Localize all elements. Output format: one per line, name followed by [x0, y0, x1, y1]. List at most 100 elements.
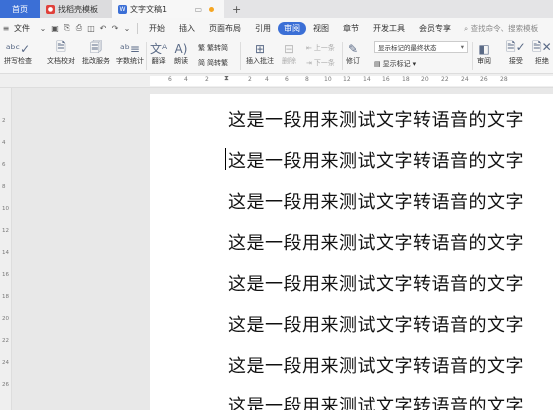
- ruler-number: 6: [2, 162, 6, 168]
- text-line[interactable]: 这是一段用来测试文字转语音的文字: [228, 188, 524, 214]
- export-icon[interactable]: ⎘: [61, 23, 73, 33]
- translate-button[interactable]: 文ᴬ 翻译: [150, 41, 167, 66]
- ruler-number: 4: [2, 140, 6, 146]
- chevron-down-icon[interactable]: ⌄: [37, 24, 49, 33]
- tab-home[interactable]: 首页: [0, 0, 40, 18]
- save-icon[interactable]: ▣: [49, 24, 61, 33]
- ruler-number: 28: [500, 76, 508, 83]
- menu-member[interactable]: 会员专享: [412, 23, 458, 34]
- menu-start[interactable]: 开始: [142, 23, 172, 34]
- ruler-number: 20: [421, 76, 429, 83]
- word-count-icon: ᵃᵇ≡: [120, 41, 140, 56]
- accept-icon: 🗎✓: [506, 40, 526, 54]
- spellcheck-button[interactable]: ᵃᵇᶜ✓ 拼写检查: [4, 41, 32, 66]
- menu-file[interactable]: 文件: [12, 23, 37, 34]
- ruler-number: 8: [2, 184, 6, 190]
- word-count-button[interactable]: ᵃᵇ≡ 字数统计: [116, 41, 144, 66]
- ruler-number: 16: [2, 272, 9, 278]
- ruler-number: 14: [363, 76, 371, 83]
- ruler-paper-area: [150, 76, 553, 86]
- new-tab-button[interactable]: +: [224, 0, 249, 18]
- text-line[interactable]: 这是一段用来测试文字转语音的文字: [228, 311, 524, 337]
- batch-service-button[interactable]: 🗐 批改服务: [82, 40, 110, 66]
- ruler-number: 22: [441, 76, 449, 83]
- ruler-number: 14: [2, 250, 9, 256]
- spellcheck-icon: ᵃᵇᶜ✓: [5, 41, 31, 56]
- menu-insert[interactable]: 插入: [172, 23, 202, 34]
- translate-icon: 文ᴬ: [150, 42, 168, 56]
- horizontal-ruler[interactable]: ⧗ 6 4 2 2 4 6 8 10 12 14 16 18 20 22 24 26 28: [0, 74, 553, 88]
- chevron-down-icon: ▾: [412, 60, 417, 68]
- indent-marker-icon[interactable]: ⧗: [224, 74, 230, 87]
- comment-delete-icon: ⊟: [283, 41, 295, 56]
- menu-developer[interactable]: 开发工具: [366, 23, 412, 34]
- print-icon[interactable]: ⎙: [73, 23, 85, 33]
- doc-check-button[interactable]: 🗎 文档校对: [47, 40, 75, 66]
- batch-icon: 🗐: [90, 40, 102, 54]
- text-line[interactable]: 这是一段用来测试文字转语音的文字: [228, 392, 524, 410]
- ruler-number: 24: [461, 76, 469, 83]
- text-line[interactable]: 这是一段用来测试文字转语音的文字: [228, 229, 524, 255]
- text-caret: [225, 148, 226, 170]
- display-state-select[interactable]: 显示标记的最终状态 ▾: [374, 41, 468, 53]
- ruler-number: 18: [2, 294, 9, 300]
- trad-icon: 繁: [198, 44, 205, 52]
- menu-view[interactable]: 视图: [306, 23, 336, 34]
- doc-check-icon: 🗎: [56, 40, 66, 54]
- document-canvas[interactable]: 这是一段用来测试文字转语音的文字 这是一段用来测试文字转语音的文字 这是一段用来…: [12, 88, 553, 410]
- track-changes-button[interactable]: ✎ 修订: [346, 41, 360, 66]
- hamburger-icon[interactable]: ≡: [0, 24, 12, 33]
- ruler-number: 4: [184, 76, 188, 83]
- command-search[interactable]: ⌕ 查找命令、搜索模板: [464, 23, 538, 34]
- review-pane-button[interactable]: ◧ 审阅: [477, 41, 491, 66]
- tab-docer-templates[interactable]: ● 找稻壳模板: [40, 0, 112, 18]
- track-changes-icon: ✎: [347, 41, 359, 56]
- text-line[interactable]: 这是一段用来测试文字转语音的文字: [228, 106, 524, 132]
- menu-page-layout[interactable]: 页面布局: [202, 23, 248, 34]
- ribbon: ᵃᵇᶜ✓ 拼写检查 🗎 文档校对 🗐 批改服务 ᵃᵇ≡ 字数统计 文ᴬ 翻译 A…: [0, 38, 553, 74]
- ruler-number: 12: [343, 76, 351, 83]
- trad-to-simp-button[interactable]: 繁 繁转简: [198, 43, 228, 53]
- read-aloud-button[interactable]: A) 朗读: [174, 41, 188, 66]
- docer-logo-icon: ●: [46, 4, 55, 14]
- ruler-number: 6: [168, 76, 172, 83]
- comment-plus-icon: ⊞: [254, 41, 266, 56]
- show-markup-button[interactable]: ▤ 显示标记 ▾: [374, 59, 416, 69]
- menu-section[interactable]: 章节: [336, 23, 366, 34]
- tab-document[interactable]: W 文字文稿1 ▭: [112, 0, 224, 18]
- monitor-icon[interactable]: ▭: [194, 5, 202, 14]
- next-icon: ⇥: [306, 59, 312, 67]
- divider: [342, 42, 343, 70]
- simp-to-trad-button[interactable]: 简 简转繁: [198, 58, 228, 68]
- writer-doc-icon: W: [118, 4, 127, 14]
- review-pane-icon: ◧: [478, 41, 490, 56]
- ruler-number: 2: [2, 118, 6, 124]
- ruler-number: 26: [480, 76, 488, 83]
- redo-icon[interactable]: ↷: [109, 24, 121, 33]
- simp-icon: 简: [198, 59, 205, 67]
- accept-button[interactable]: 🗎✓ 接受: [506, 40, 526, 66]
- read-aloud-icon: A): [174, 41, 188, 56]
- text-line[interactable]: 这是一段用来测试文字转语音的文字: [228, 352, 524, 378]
- reject-button[interactable]: 🗎✕ 拒绝: [532, 40, 552, 66]
- document-page[interactable]: 这是一段用来测试文字转语音的文字 这是一段用来测试文字转语音的文字 这是一段用来…: [150, 94, 553, 410]
- ruler-number: 20: [2, 316, 9, 322]
- ruler-number: 10: [2, 206, 9, 212]
- delete-comment-button[interactable]: ⊟ 删除: [282, 41, 296, 66]
- next-comment-button[interactable]: ⇥ 下一条: [306, 58, 335, 68]
- undo-icon[interactable]: ↶: [97, 24, 109, 33]
- preview-icon[interactable]: ◫: [85, 24, 97, 33]
- menu-reference[interactable]: 引用: [248, 23, 278, 34]
- menu-bar: ≡ 文件 ⌄ ▣ ⎘ ⎙ ◫ ↶ ↷ ⌄ 开始 插入 页面布局 引用 审阅 视图…: [0, 18, 553, 38]
- text-line[interactable]: 这是一段用来测试文字转语音的文字: [228, 147, 524, 173]
- menu-review[interactable]: 审阅: [278, 21, 306, 35]
- prev-icon: ⇤: [306, 44, 312, 52]
- vertical-ruler[interactable]: 2 4 6 8 10 12 14 16 18 20 22 24 26: [0, 88, 12, 410]
- reject-icon: 🗎✕: [532, 40, 552, 54]
- chevron-down-icon[interactable]: ⌄: [121, 24, 133, 33]
- ruler-number: 6: [285, 76, 289, 83]
- prev-comment-button[interactable]: ⇤ 上一条: [306, 43, 335, 53]
- text-line[interactable]: 这是一段用来测试文字转语音的文字: [228, 270, 524, 296]
- insert-comment-button[interactable]: ⊞ 插入批注: [246, 41, 274, 66]
- divider: [240, 42, 241, 70]
